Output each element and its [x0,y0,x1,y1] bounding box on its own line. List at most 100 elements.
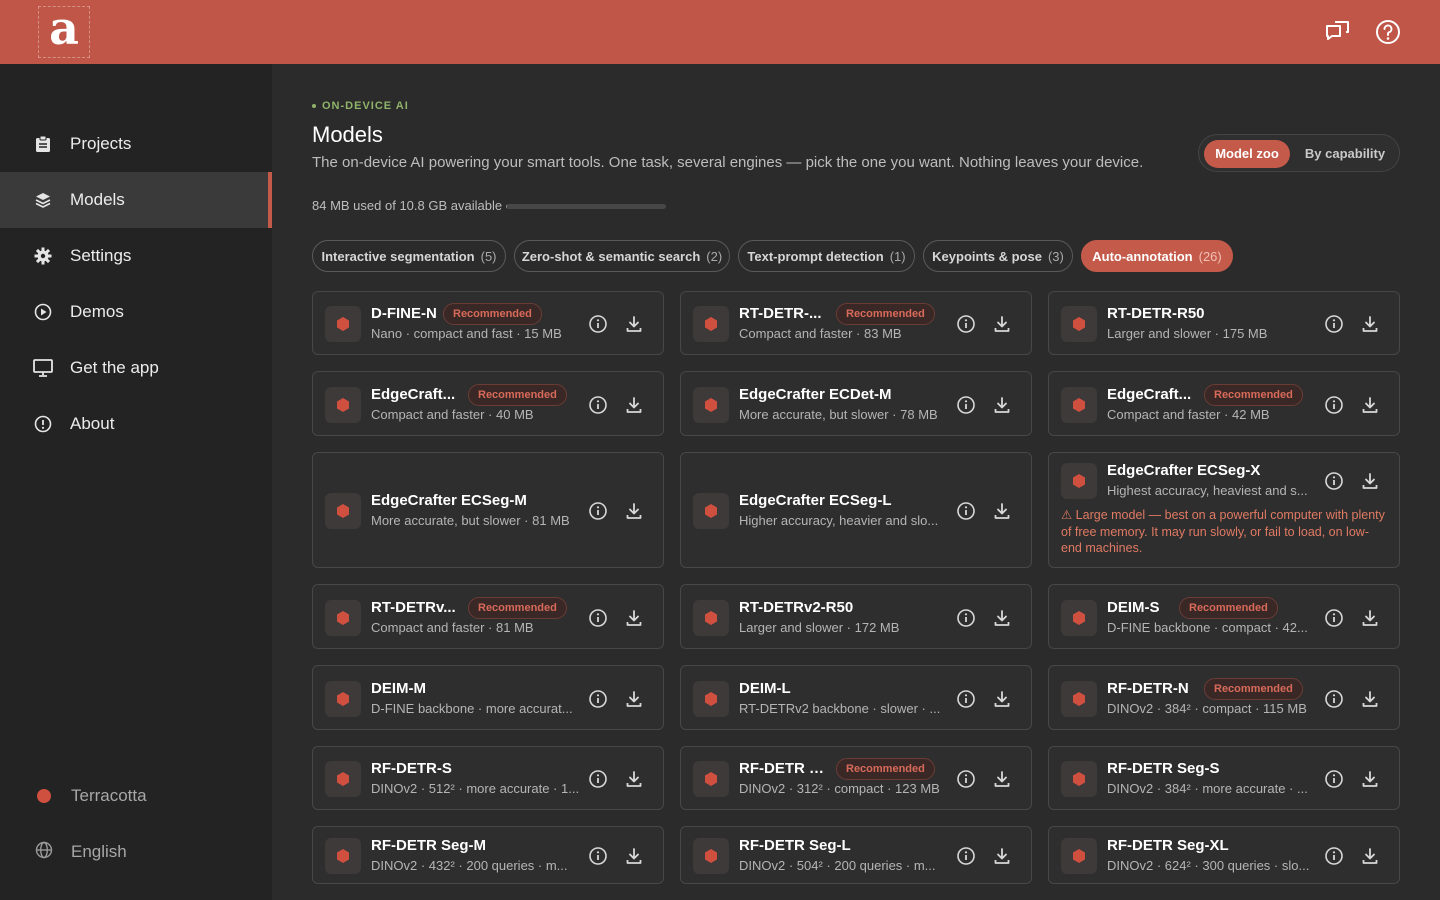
model-card[interactable]: RF-DETR S... DINOv2 · 312² · compact · 12… [680,746,1032,810]
info-icon[interactable] [1323,313,1345,335]
download-icon[interactable] [991,688,1013,710]
model-name: RT-DETR-R50 [1107,305,1205,322]
sidebar-item-get-the-app[interactable]: Get the app [0,340,272,396]
model-name: RT-DETRv2-R50 [739,598,854,616]
model-card[interactable]: RF-DETR Seg-S DINOv2 · 384² · more accura… [1048,746,1400,810]
model-name: RF-DETR Seg-XL [1107,837,1229,854]
model-card[interactable]: RF-DETR Seg-L DINOv2 · 504² · 200 queries… [680,826,1032,884]
model-card[interactable]: RF-DETR-S DINOv2 · 512² · more accurate ·… [312,746,664,810]
download-icon[interactable] [991,394,1013,416]
model-card[interactable]: D-FINE-N Nano · compact and fast · 15 MB R… [312,291,664,355]
model-card[interactable]: EdgeCrafter ECSeg-M More accurate, but sl… [312,452,664,568]
download-icon[interactable] [1359,394,1381,416]
download-icon[interactable] [623,313,645,335]
info-icon[interactable] [1323,768,1345,790]
model-card[interactable]: RF-DETR-N DINOv2 · 384² · compact · 115 M… [1048,665,1400,730]
model-card[interactable]: RF-DETR Seg-XL DINOv2 · 624² · 300 querie… [1048,826,1400,884]
info-icon[interactable] [955,688,977,710]
model-card[interactable]: DEIM-S D-FINE backbone · compact · 42... R… [1048,584,1400,649]
download-icon[interactable] [1359,607,1381,629]
sidebar-item-label: About [70,414,115,433]
theme-selector[interactable]: Terracotta [0,776,272,816]
download-icon[interactable] [623,607,645,629]
model-card[interactable]: DEIM-M D-FINE backbone · more accurat... [312,665,664,730]
download-icon[interactable] [991,607,1013,629]
info-icon[interactable] [955,845,977,867]
recommended-badge: Recommended [1179,596,1278,619]
model-card[interactable]: EdgeCrafter ECSeg-X Highest accuracy, hea… [1048,452,1400,568]
help-icon[interactable] [1374,18,1402,46]
download-icon[interactable] [991,768,1013,790]
model-card[interactable]: RT-DETR-... Compact and faster · 83 MB Rec… [680,291,1032,355]
info-icon[interactable] [587,313,609,335]
info-icon[interactable] [955,768,977,790]
download-icon[interactable] [623,845,645,867]
model-chip-icon [325,599,361,636]
info-icon[interactable] [587,500,609,522]
model-chip-icon [1061,761,1097,797]
model-name: RF-DETR-N [1107,679,1189,697]
info-icon[interactable] [587,607,609,629]
info-icon[interactable] [587,845,609,867]
tab-auto-annotation[interactable]: Auto-annotation (26) [1081,240,1233,272]
tab-label: Text-prompt detection [747,248,884,264]
theme-swatch [37,789,51,803]
model-chip-icon [1061,838,1097,874]
download-icon[interactable] [623,394,645,416]
model-name: RF-DETR Seg-M [371,837,486,854]
download-icon[interactable] [1359,845,1381,867]
info-icon[interactable] [955,500,977,522]
model-card[interactable]: EdgeCrafter ECSeg-L Higher accuracy, heav… [680,452,1032,568]
sidebar-item-projects[interactable]: Projects [0,116,272,172]
sidebar-item-label: Get the app [70,358,159,377]
download-icon[interactable] [1359,768,1381,790]
download-icon[interactable] [991,313,1013,335]
info-icon[interactable] [1323,607,1345,629]
tab-zero-shot-semantic-search[interactable]: Zero-shot & semantic search (2) [514,240,730,272]
by-capability-button[interactable]: By capability [1295,140,1395,168]
model-card[interactable]: EdgeCraft... Compact and faster · 42 MB Re… [1048,371,1400,436]
info-icon[interactable] [955,607,977,629]
model-zoo-button[interactable]: Model zoo [1204,140,1290,168]
model-chip-icon [693,599,729,636]
sidebar-item-about[interactable]: About [0,396,272,452]
sidebar-item-label: Models [70,190,125,209]
view-toggle: Model zoo By capability [1198,134,1400,172]
info-icon[interactable] [1323,845,1345,867]
download-icon[interactable] [1359,688,1381,710]
download-icon[interactable] [1359,470,1381,492]
info-icon[interactable] [955,313,977,335]
model-card[interactable]: EdgeCrafter ECDet-M More accurate, but sl… [680,371,1032,436]
download-icon[interactable] [1359,313,1381,335]
model-description: Highest accuracy, heaviest and s... [1107,483,1308,498]
download-icon[interactable] [623,500,645,522]
tab-keypoints-pose[interactable]: Keypoints & pose (3) [923,240,1073,272]
info-icon[interactable] [1323,394,1345,416]
app-logo[interactable]: a [38,5,90,58]
tab-text-prompt-detection[interactable]: Text-prompt detection (1) [738,240,915,272]
model-card[interactable]: RT-DETRv... Compact and faster · 81 MB Rec… [312,584,664,649]
model-card[interactable]: DEIM-L RT-DETRv2 backbone · slower · ... [680,665,1032,730]
download-icon[interactable] [991,500,1013,522]
model-card[interactable]: EdgeCraft... Compact and faster · 40 MB Re… [312,371,664,436]
info-icon[interactable] [587,768,609,790]
model-card[interactable]: RT-DETRv2-R50 Larger and slower · 172 MB [680,584,1032,649]
info-icon[interactable] [955,394,977,416]
language-selector[interactable]: English [0,832,272,872]
sidebar-item-models[interactable]: Models [0,172,272,228]
download-icon[interactable] [991,845,1013,867]
feedback-icon[interactable] [1323,18,1351,46]
model-card[interactable]: RT-DETR-R50 Larger and slower · 175 MB [1048,291,1400,355]
tab-interactive-segmentation[interactable]: Interactive segmentation (5) [312,240,506,272]
info-icon[interactable] [587,394,609,416]
info-icon[interactable] [1323,688,1345,710]
model-card[interactable]: RF-DETR Seg-M DINOv2 · 432² · 200 queries… [312,826,664,884]
info-icon[interactable] [587,688,609,710]
sidebar-item-demos[interactable]: Demos [0,284,272,340]
sidebar-item-settings[interactable]: Settings [0,228,272,284]
download-icon[interactable] [623,688,645,710]
info-icon[interactable] [1323,470,1345,492]
tab-label: Keypoints & pose [932,248,1042,264]
sidebar-item-label: Settings [70,246,132,265]
download-icon[interactable] [623,768,645,790]
